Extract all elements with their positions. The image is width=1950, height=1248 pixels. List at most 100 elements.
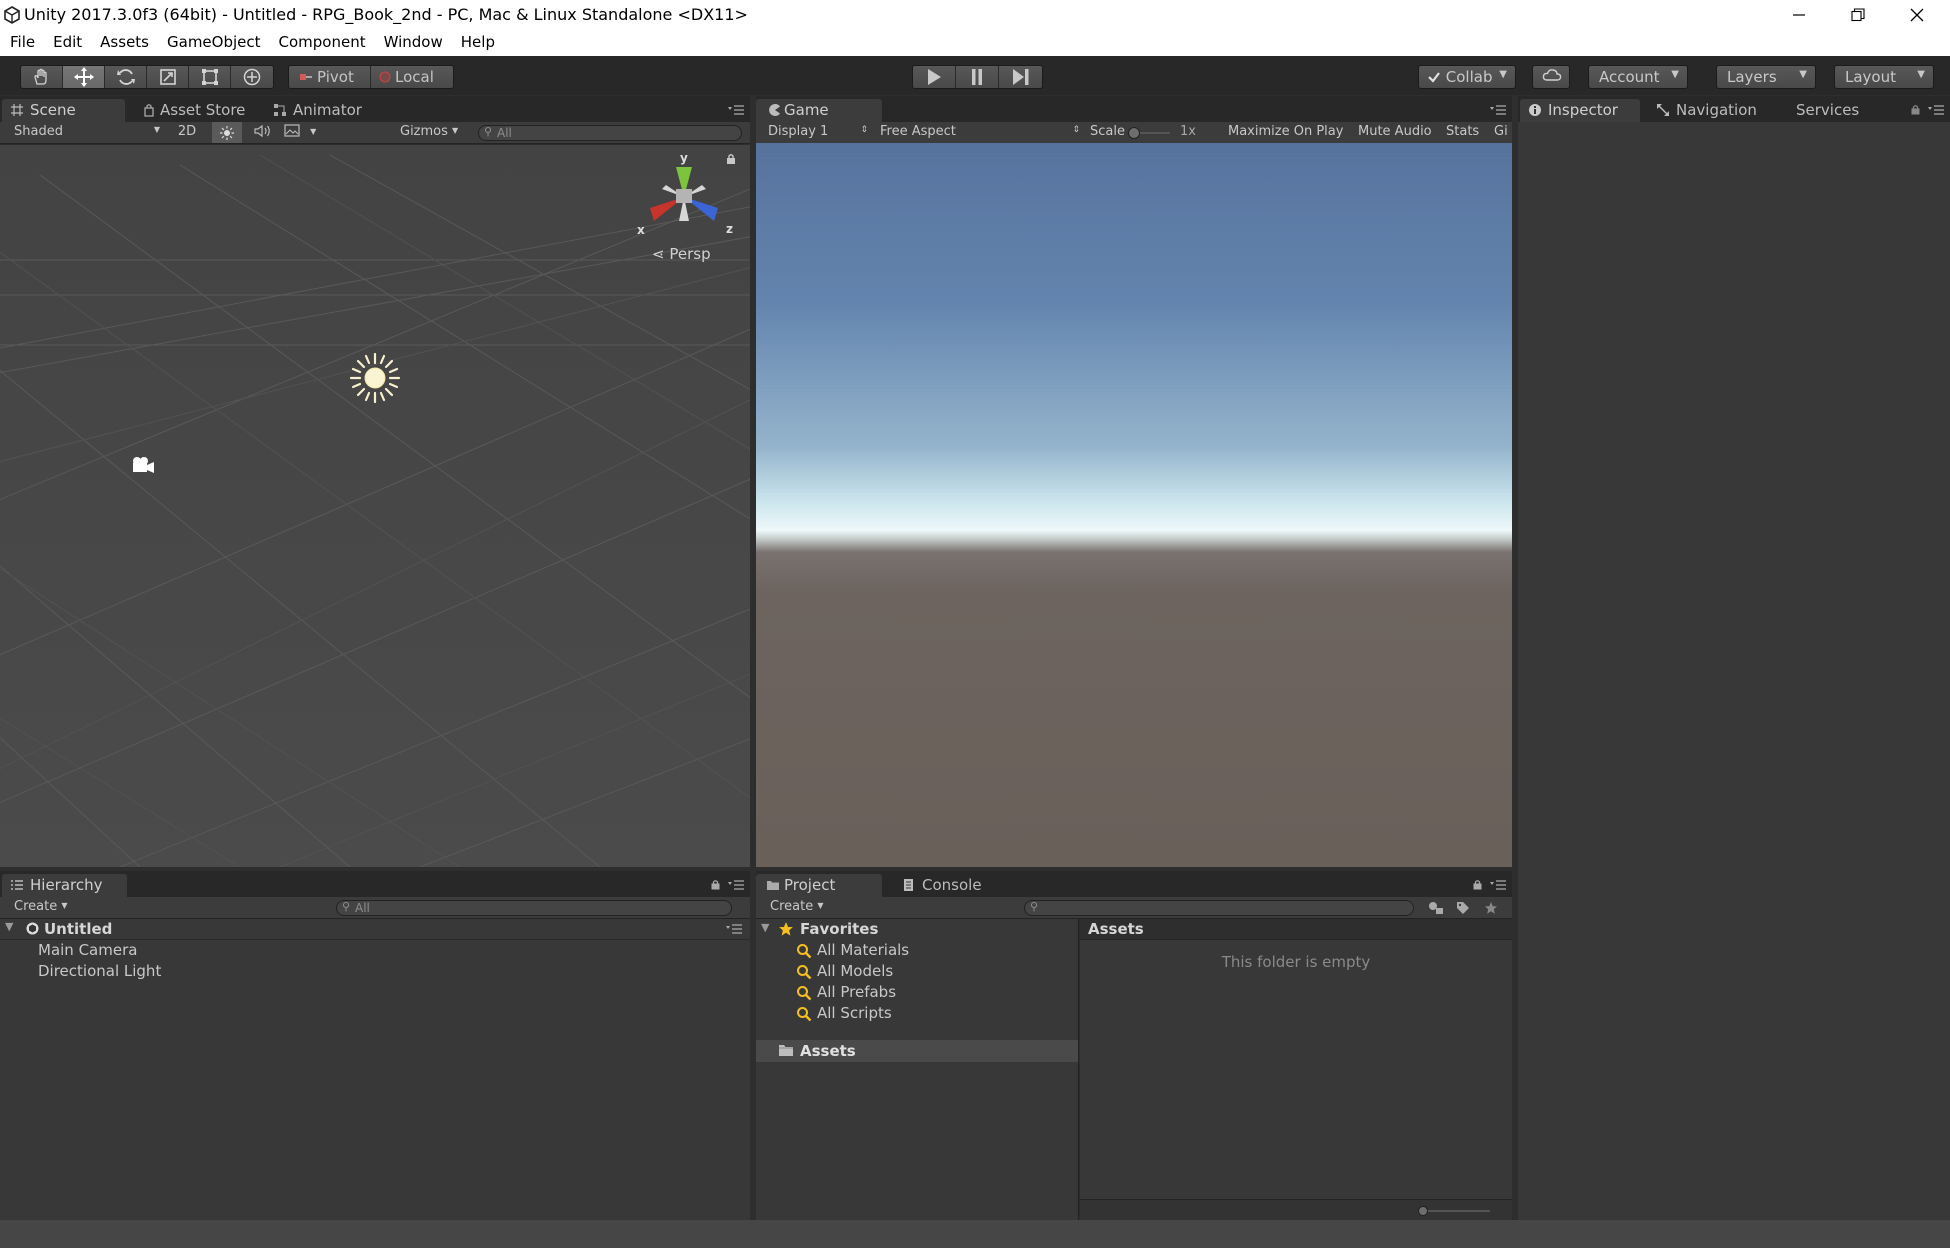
layout-dropdown[interactable]: Layout ▼: [1834, 65, 1934, 89]
pivot-button[interactable]: Pivot: [289, 66, 371, 88]
minimize-button[interactable]: [1770, 0, 1828, 30]
gizmos-dropdown[interactable]: Gi: [1494, 124, 1512, 139]
gizmos-dropdown[interactable]: Gizmos ▼: [400, 124, 458, 139]
tab-asset-store[interactable]: Asset Store: [132, 99, 267, 122]
scene-viewport[interactable]: y x z ⋖ Persp: [0, 145, 750, 867]
scene-audio-toggle[interactable]: [250, 124, 276, 142]
lock-icon[interactable]: [711, 879, 720, 890]
dropdown-caret-icon: ▼: [452, 126, 459, 135]
game-viewport[interactable]: [756, 143, 1512, 867]
mute-audio-toggle[interactable]: Mute Audio: [1358, 124, 1432, 139]
menu-window[interactable]: Window: [374, 30, 451, 56]
display-dropdown[interactable]: Display 1 ⇕: [768, 124, 868, 139]
create-dropdown[interactable]: Create ▼: [14, 899, 68, 914]
panel-menu-icon[interactable]: [728, 880, 744, 890]
main-toolbar: Pivot Local Collab ▼ Account ▼ Layers ▼ …: [0, 56, 1950, 95]
aspect-dropdown[interactable]: Free Aspect ⇕: [880, 124, 1080, 139]
favorite-star-icon[interactable]: [1484, 901, 1498, 915]
menu-component[interactable]: Component: [269, 30, 374, 56]
layers-dropdown[interactable]: Layers ▼: [1716, 65, 1816, 89]
panel-menu-icon[interactable]: [1490, 105, 1506, 115]
assets-folder-row[interactable]: Assets: [756, 1040, 1078, 1062]
scene-lighting-toggle[interactable]: [212, 122, 242, 143]
2d-toggle[interactable]: 2D: [170, 124, 204, 139]
maximize-on-play-toggle[interactable]: Maximize On Play: [1228, 124, 1343, 139]
gizmo-lock-icon[interactable]: [726, 153, 736, 165]
favorite-all-prefabs[interactable]: All Prefabs: [796, 983, 1066, 1003]
tab-label: Project: [784, 876, 836, 894]
menu-help[interactable]: Help: [451, 30, 503, 56]
folder-icon: [767, 881, 779, 890]
menu-assets[interactable]: Assets: [90, 30, 157, 56]
hierarchy-search-input[interactable]: ⚲ All: [336, 900, 732, 916]
search-by-label-icon[interactable]: [1456, 901, 1470, 915]
panel-menu-icon[interactable]: [1928, 105, 1944, 115]
tab-animator[interactable]: Animator: [265, 99, 387, 122]
project-search-input[interactable]: ⚲: [1024, 900, 1414, 916]
scale-slider[interactable]: [1128, 127, 1170, 139]
camera-icon[interactable]: [129, 455, 157, 475]
shading-mode-dropdown[interactable]: Shaded ▼: [6, 124, 162, 139]
project-panel: Project Console Create ▼ ⚲ ▼ Favorites A…: [756, 871, 1512, 1220]
pause-button[interactable]: [956, 66, 999, 88]
account-dropdown[interactable]: Account ▼: [1588, 65, 1688, 89]
collab-dropdown[interactable]: Collab ▼: [1418, 65, 1516, 89]
scene-grid: [0, 145, 750, 867]
tab-services[interactable]: Services: [1784, 99, 1900, 122]
hand-tool-button[interactable]: [21, 66, 63, 88]
local-space-icon: [379, 71, 391, 83]
scene-search-input[interactable]: ⚲ All: [478, 125, 742, 141]
search-icon: ⚲: [484, 125, 493, 138]
local-button[interactable]: Local: [371, 66, 453, 88]
tab-console[interactable]: Console: [894, 874, 1004, 897]
menu-edit[interactable]: Edit: [43, 30, 90, 56]
scene-effects-dropdown[interactable]: ▼: [284, 124, 326, 141]
rotate-tool-button[interactable]: [105, 66, 147, 88]
game-panel: Game Display 1 ⇕ Free Aspect ⇕ Scale 1x …: [756, 96, 1512, 867]
hierarchy-item-main-camera[interactable]: Main Camera: [38, 941, 137, 959]
tab-scene[interactable]: Scene: [2, 99, 125, 122]
axis-label-x: x: [637, 223, 645, 237]
scene-row[interactable]: ▼ Untitled: [0, 919, 750, 940]
tab-navigation[interactable]: Navigation: [1648, 99, 1784, 122]
transform-tool-button[interactable]: [231, 66, 273, 88]
projection-toggle[interactable]: ⋖ Persp: [652, 245, 711, 263]
local-label: Local: [395, 68, 434, 86]
lock-icon[interactable]: [1911, 104, 1920, 115]
menu-file[interactable]: File: [0, 30, 43, 56]
scale-tool-button[interactable]: [147, 66, 189, 88]
favorite-all-materials[interactable]: All Materials: [796, 941, 1066, 961]
tab-hierarchy[interactable]: Hierarchy: [2, 874, 127, 897]
move-tool-button[interactable]: [63, 66, 105, 88]
step-button[interactable]: [999, 66, 1042, 88]
expand-arrow-icon[interactable]: ▼: [761, 921, 769, 934]
lock-icon[interactable]: [1473, 879, 1482, 890]
hierarchy-panel: Hierarchy Create ▼ ⚲ All ▼ Untitled Main…: [0, 871, 750, 1220]
icon-size-slider[interactable]: [1418, 1206, 1490, 1216]
pivot-label: Pivot: [317, 68, 354, 86]
close-button[interactable]: [1888, 0, 1946, 30]
scale-slider-thumb[interactable]: [1128, 127, 1140, 139]
favorite-all-models[interactable]: All Models: [796, 962, 1066, 982]
play-button[interactable]: [913, 66, 956, 88]
icon-size-slider-thumb[interactable]: [1418, 1206, 1428, 1216]
restore-button[interactable]: [1829, 0, 1887, 30]
tab-game[interactable]: Game: [756, 99, 882, 122]
panel-menu-icon[interactable]: [728, 105, 744, 115]
create-label: Create: [14, 899, 58, 914]
rect-tool-button[interactable]: [189, 66, 231, 88]
favorite-all-scripts[interactable]: All Scripts: [796, 1004, 1066, 1024]
stats-toggle[interactable]: Stats: [1446, 124, 1479, 139]
expand-arrow-icon[interactable]: ▼: [5, 920, 13, 933]
directional-light-icon[interactable]: [347, 350, 403, 406]
tab-project[interactable]: Project: [756, 874, 882, 897]
cloud-button[interactable]: [1532, 65, 1570, 89]
scene-menu-icon[interactable]: [726, 924, 742, 934]
menu-gameobject[interactable]: GameObject: [157, 30, 269, 56]
panel-menu-icon[interactable]: [1490, 880, 1506, 890]
search-by-type-icon[interactable]: [1428, 901, 1444, 915]
tab-inspector[interactable]: Inspector: [1520, 99, 1640, 122]
hierarchy-item-directional-light[interactable]: Directional Light: [38, 962, 161, 980]
hierarchy-toolbar: Create ▼ ⚲ All: [0, 897, 750, 919]
create-dropdown[interactable]: Create ▼: [770, 899, 824, 914]
